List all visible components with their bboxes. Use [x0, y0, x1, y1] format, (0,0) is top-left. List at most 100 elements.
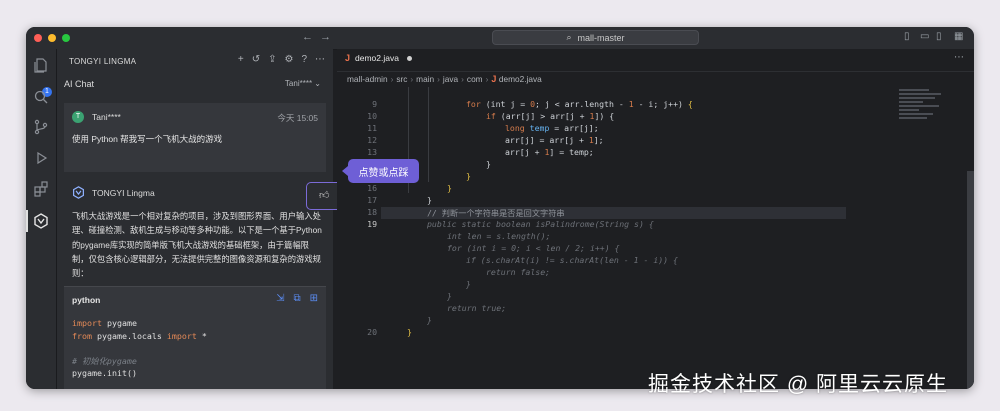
code-line: for (int j = 0; j < arr.length - 1 - i; … — [466, 99, 693, 109]
breadcrumb-separator-icon: › — [410, 74, 414, 84]
extensions-icon[interactable] — [33, 181, 49, 197]
breadcrumb-item[interactable]: src — [396, 74, 407, 84]
code-line: } — [427, 195, 432, 205]
activity-bar: 1 — [26, 49, 57, 389]
code-line: // 判断一个字符串是否是回文字符串 — [427, 208, 565, 218]
code-line: long temp = arr[j]; — [505, 123, 599, 133]
ai-suggestion-line: } — [447, 291, 452, 301]
breadcrumb-item[interactable]: mall-admin — [347, 74, 388, 84]
tab-bar: J demo2.java ⋯ — [337, 49, 974, 72]
code-line: } — [447, 183, 452, 193]
thumbs-up-icon[interactable]: 👍︎ — [319, 189, 329, 201]
new-file-icon[interactable]: ⊞ — [310, 293, 318, 304]
line-number: 20 — [367, 327, 377, 337]
sidebar-title: TONGYI LINGMA — [69, 57, 137, 66]
breadcrumb-separator-icon: › — [390, 74, 394, 84]
ai-suggestion-line: return true; — [447, 303, 507, 313]
minimap[interactable] — [899, 89, 954, 129]
line-number: 13 — [367, 147, 377, 157]
code-content: import pygame from pygame.locals import *… — [72, 317, 262, 389]
breadcrumb-item[interactable]: main — [416, 74, 434, 84]
share-icon[interactable]: ⇪ — [268, 54, 276, 65]
new-chat-icon[interactable]: + — [238, 54, 244, 65]
avatar: T — [72, 111, 84, 123]
breadcrumb-item[interactable]: java — [443, 74, 458, 84]
bot-name: TONGYI Lingma — [92, 188, 155, 198]
editor-code-area[interactable]: 9 for (int j = 0; j < arr.length - 1 - i;… — [337, 87, 974, 389]
bot-message-text: 飞机大战游戏是一个相对复杂的项目，涉及到图形界面、用户输入处理、碰撞检测、敌机生… — [72, 211, 322, 279]
line-number: 11 — [367, 123, 377, 133]
user-message-text: 使用 Python 帮我写一个飞机大战的游戏 — [72, 134, 223, 144]
message-time: 今天 15:05 — [277, 113, 318, 123]
code-line: if (arr[j] > arr[j + 1]) { — [486, 111, 615, 121]
user-message: T Tani**** 今天 15:05 使用 Python 帮我写一个飞机大战的… — [64, 103, 326, 172]
java-file-icon: J — [345, 53, 351, 63]
copy-code-icon[interactable]: ⧉ — [293, 293, 300, 304]
code-editor: J demo2.java ⋯ mall-admin › src › main › java ›… — [337, 49, 974, 389]
line-number: 12 — [367, 135, 377, 145]
history-icon[interactable]: ↺ — [252, 54, 260, 65]
tab-demo2-java[interactable]: J demo2.java — [345, 53, 412, 63]
breadcrumb-separator-icon: › — [437, 74, 440, 84]
more-icon[interactable]: ⋯ — [315, 54, 325, 65]
line-number: 9 — [372, 99, 377, 109]
user-name: Tani**** — [92, 112, 121, 122]
search-icon[interactable] — [33, 89, 49, 105]
close-window-button[interactable] — [34, 34, 42, 42]
tab-label: demo2.java — [355, 53, 399, 63]
code-block: python ⇲ ⧉ ⊞ import pygame from pygame.lo… — [64, 286, 326, 389]
search-box-label: mall-master — [577, 32, 625, 43]
source-control-icon[interactable] — [33, 119, 49, 135]
settings-icon[interactable]: ⚙ — [284, 54, 293, 65]
breadcrumb-item[interactable]: demo2.java — [499, 74, 542, 84]
sidebar-actions: + ↺ ⇪ ⚙ ? ⋯ — [238, 54, 325, 65]
line-number: 16 — [367, 183, 377, 193]
line-number: 10 — [367, 111, 377, 121]
vote-callout: 点赞或点踩 — [342, 159, 419, 183]
active-view-indicator — [26, 210, 28, 232]
ai-suggestion-line: return false; — [486, 267, 551, 277]
indent-guide — [428, 87, 429, 182]
user-selector[interactable]: Tani**** ⌄ — [285, 79, 321, 88]
tongyi-lingma-icon[interactable] — [33, 213, 49, 229]
title-bar: ← → ⌕ mall-master ▯ ▭ ▯ ▦ — [26, 27, 974, 50]
java-file-icon: J — [491, 74, 499, 84]
help-icon[interactable]: ? — [301, 54, 307, 65]
more-actions-icon[interactable]: ⋯ — [954, 52, 964, 63]
run-debug-icon[interactable] — [33, 150, 49, 166]
lingma-sidebar: TONGYI LINGMA + ↺ ⇪ ⚙ ? ⋯ AI Chat Tani**… — [57, 49, 359, 389]
toggle-sidebar-icon[interactable]: ▯ — [904, 31, 910, 42]
code-language: python — [72, 295, 101, 305]
breadcrumb-separator-icon: › — [461, 74, 464, 84]
maximize-window-button[interactable] — [62, 34, 70, 42]
unsaved-dot-icon[interactable] — [406, 55, 412, 61]
code-line: } — [407, 327, 412, 337]
breadcrumb-separator-icon: › — [485, 74, 489, 84]
toggle-secondary-sidebar-icon[interactable]: ▯ — [936, 31, 942, 42]
code-line: pygame.init() — [72, 368, 137, 379]
ai-chat-title: AI Chat — [64, 79, 95, 89]
ai-suggestion-line: } — [427, 315, 432, 325]
editor-scrollbar[interactable] — [967, 171, 974, 389]
breadcrumb: mall-admin › src › main › java › com › J demo2.jav… — [347, 74, 542, 84]
watermark: 掘金技术社区 @ 阿里云云原生 — [648, 373, 948, 396]
customize-layout-icon[interactable]: ▦ — [954, 31, 963, 42]
code-line: arr[j + 1] = temp; — [505, 147, 594, 157]
breadcrumb-item[interactable]: com — [467, 74, 483, 84]
chevron-down-icon: ⌄ — [314, 79, 321, 88]
code-line: from pygame.locals import * — [72, 330, 207, 341]
ide-window: ← → ⌕ mall-master ▯ ▭ ▯ ▦ 1 TONGYI LINGM… — [26, 27, 974, 389]
lingma-logo-icon — [72, 186, 85, 199]
command-search-box[interactable]: ⌕ mall-master — [492, 30, 699, 45]
back-arrow-icon[interactable]: ← — [302, 31, 313, 43]
code-line: } — [466, 171, 471, 181]
explorer-icon[interactable] — [33, 57, 49, 73]
ai-suggestion-line: for (int i = 0; i < len / 2; i++) { — [447, 243, 620, 253]
forward-arrow-icon[interactable]: → — [320, 31, 331, 43]
minimize-window-button[interactable] — [48, 34, 56, 42]
code-line: } — [486, 159, 491, 169]
toggle-panel-icon[interactable]: ▭ — [920, 31, 929, 42]
insert-code-icon[interactable]: ⇲ — [276, 293, 284, 304]
